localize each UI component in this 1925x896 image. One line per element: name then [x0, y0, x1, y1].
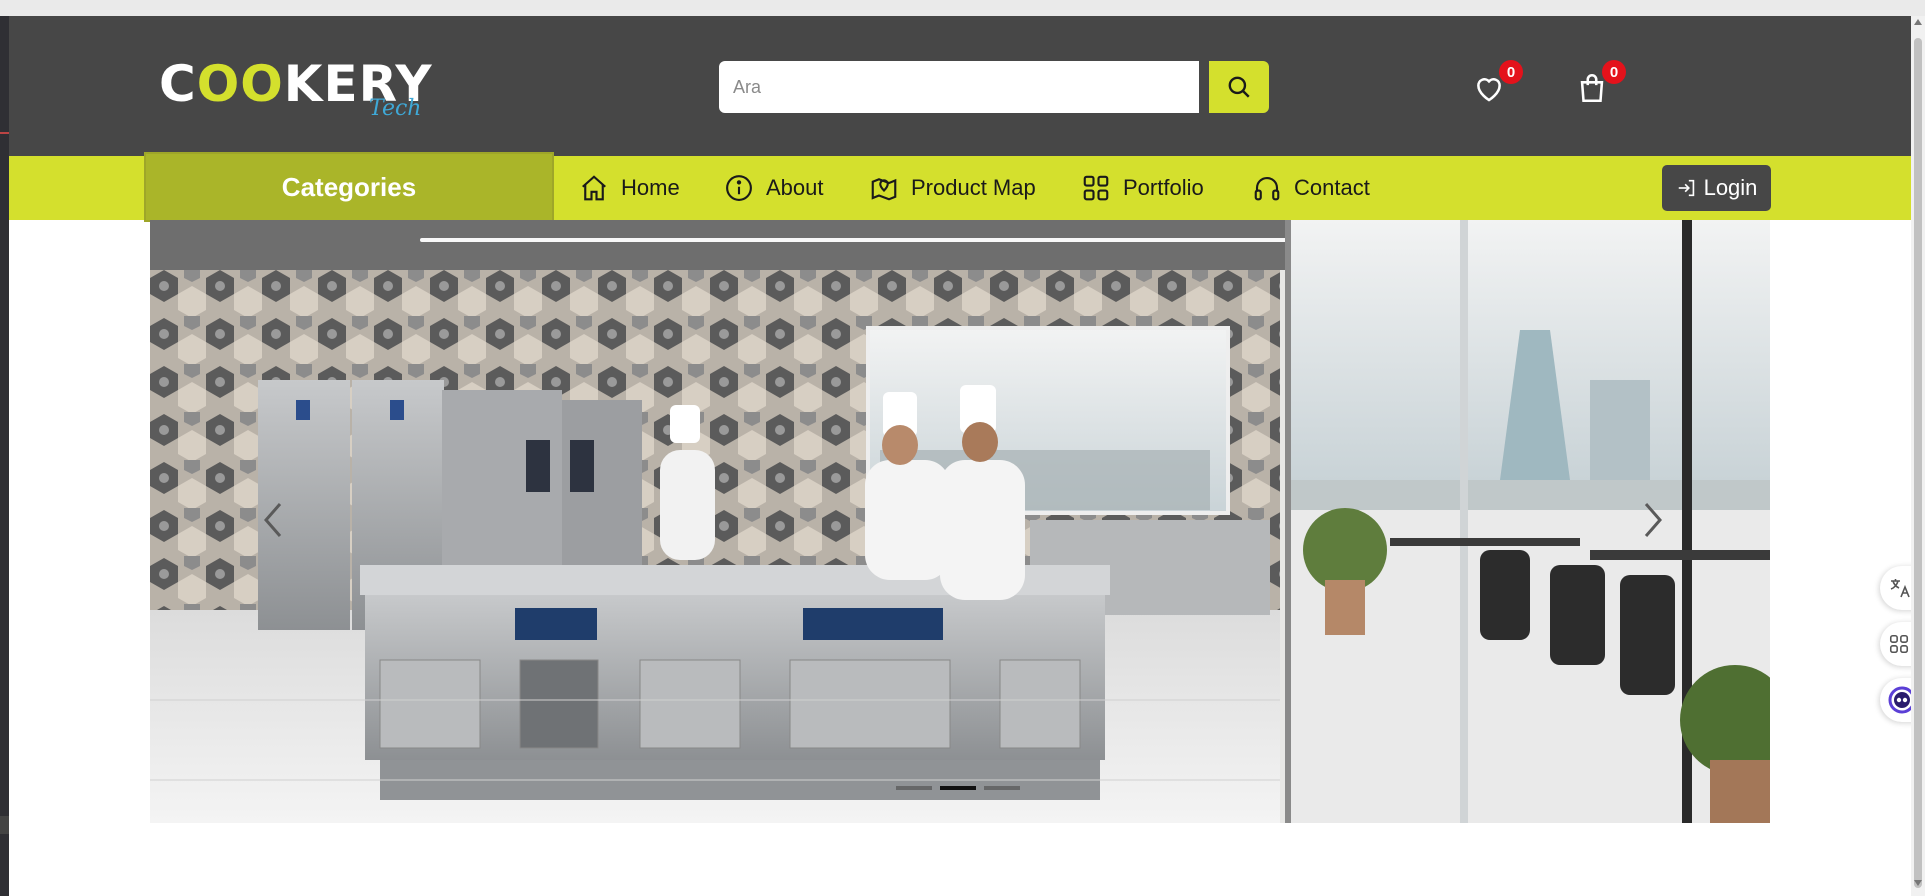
- page-scrollbar[interactable]: [1911, 16, 1925, 896]
- login-label: Login: [1703, 175, 1758, 200]
- cart-button[interactable]: 0: [1572, 60, 1626, 108]
- wishlist-button[interactable]: 0: [1469, 60, 1523, 108]
- headphones-icon: [1254, 176, 1280, 201]
- hero-image: [150, 220, 1770, 823]
- apps-icon: [1889, 634, 1909, 654]
- nav-item-portfolio[interactable]: Portfolio: [1081, 170, 1204, 206]
- slider-dot[interactable]: [984, 786, 1020, 790]
- scroll-down-arrow[interactable]: [1914, 880, 1922, 886]
- chevron-left-icon: [264, 503, 282, 537]
- hero-slider: [150, 220, 1770, 823]
- main-nav: Categories Home About Product Map Portfo…: [9, 152, 1911, 222]
- wishlist-count-badge: 0: [1499, 60, 1523, 84]
- slider-dot[interactable]: [896, 786, 932, 790]
- scroll-thumb[interactable]: [1914, 38, 1922, 888]
- nav-item-label: Product Map: [911, 175, 1036, 200]
- nav-item-label: Home: [621, 175, 680, 200]
- cart-count-badge: 0: [1602, 60, 1626, 84]
- nav-item-home[interactable]: Home: [579, 170, 680, 206]
- scroll-up-arrow[interactable]: [1914, 19, 1922, 25]
- nav-item-label: About: [766, 175, 824, 200]
- slider-next-button[interactable]: [1640, 500, 1666, 545]
- map-pin-icon: [871, 178, 897, 201]
- nav-item-label: Portfolio: [1123, 175, 1204, 200]
- home-icon: [582, 175, 606, 201]
- search-icon: [1228, 76, 1250, 98]
- logo-subtitle: Tech: [369, 96, 422, 121]
- login-button[interactable]: Login: [1662, 165, 1771, 211]
- info-icon: [726, 175, 752, 201]
- chevron-right-icon: [1644, 503, 1662, 537]
- slider-prev-button[interactable]: [260, 500, 286, 545]
- site-header: COOKERY Tech 0 0: [9, 16, 1911, 156]
- search-bar: [719, 61, 1269, 113]
- translate-icon: [1890, 579, 1910, 598]
- browser-tab-strip: [0, 0, 1925, 17]
- slider-pagination: [896, 786, 1020, 790]
- nav-item-contact[interactable]: Contact: [1252, 170, 1370, 206]
- logo[interactable]: COOKERY Tech: [159, 56, 432, 136]
- grid-icon: [1083, 175, 1109, 201]
- window-edge: [0, 16, 9, 896]
- slider-dot-active[interactable]: [940, 786, 976, 790]
- nav-item-about[interactable]: About: [724, 170, 824, 206]
- login-icon: [1678, 179, 1694, 197]
- categories-button[interactable]: Categories: [144, 152, 554, 222]
- search-input[interactable]: [719, 61, 1199, 113]
- categories-label: Categories: [281, 171, 417, 202]
- search-button[interactable]: [1209, 61, 1269, 113]
- nav-item-product-map[interactable]: Product Map: [869, 170, 1036, 206]
- nav-item-label: Contact: [1294, 175, 1370, 200]
